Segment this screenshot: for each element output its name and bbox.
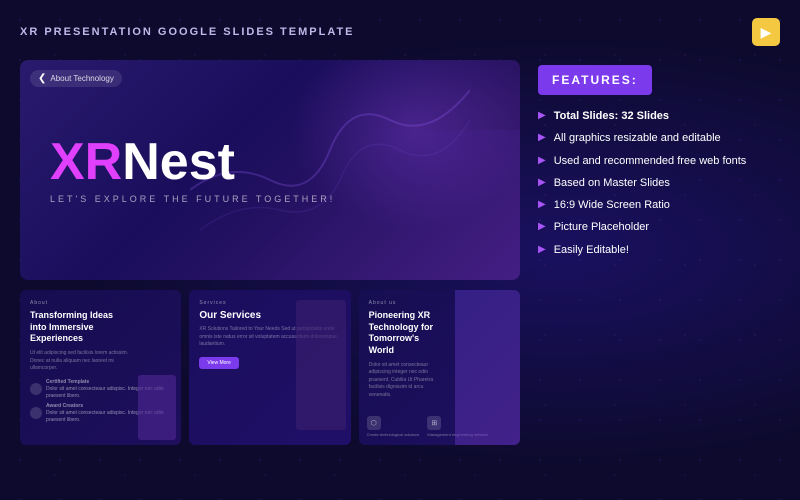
features-header: FEATURES: (538, 65, 652, 95)
ms1-title: Transforming Ideas into Immersive Experi… (30, 310, 129, 345)
slides-area: ❮ About Technology XRNest LET'S EXPLORE … (20, 60, 520, 485)
feature-text-2: All graphics resizable and editable (554, 131, 721, 145)
ms3-icon-sym-1: ⬡ (367, 416, 381, 430)
ms3-icon-label-1: Create technological advance (367, 432, 420, 437)
feature-item-2: ▶ All graphics resizable and editable (538, 131, 780, 145)
nav-arrow: ❮ (38, 73, 46, 84)
feature-item-7: ▶ Easily Editable! (538, 243, 780, 257)
page-title: XR PRESENTATION GOOGLE SLIDES TEMPLATE (20, 26, 355, 38)
logo-text: XRNest (50, 133, 235, 191)
body-row: ❮ About Technology XRNest LET'S EXPLORE … (20, 60, 780, 485)
features-panel: FEATURES: ▶ Total Slides: 32 Slides ▶ Al… (538, 60, 780, 485)
feature-text-5: 16:9 Wide Screen Ratio (554, 198, 670, 212)
ms3-image (455, 290, 520, 445)
slides-icon[interactable]: ▶ (752, 18, 780, 46)
feature-text-4: Based on Master Slides (554, 176, 670, 190)
bottom-slides: About Transforming Ideas into Immersive … (20, 290, 520, 445)
feature-arrow-5: ▶ (538, 199, 546, 210)
slide-logo: XRNest (50, 136, 235, 188)
ms1-icon-1 (30, 383, 42, 395)
feature-item-3: ▶ Used and recommended free web fonts (538, 154, 780, 168)
features-list: ▶ Total Slides: 32 Slides ▶ All graphics… (538, 109, 780, 257)
feature-text-6: Picture Placeholder (554, 220, 649, 234)
ms3-title: Pioneering XR Technology for Tomorrow's … (369, 310, 447, 357)
feature-text-3: Used and recommended free web fonts (554, 154, 747, 168)
main-content: XR PRESENTATION GOOGLE SLIDES TEMPLATE ▶… (0, 0, 800, 500)
feature-arrow-7: ▶ (538, 244, 546, 255)
feature-item-6: ▶ Picture Placeholder (538, 220, 780, 234)
slide-nav: ❮ About Technology (30, 70, 122, 87)
feature-arrow-1: ▶ (538, 110, 546, 121)
feature-arrow-2: ▶ (538, 132, 546, 143)
feature-arrow-4: ▶ (538, 177, 546, 188)
slide-tagline: LET'S EXPLORE THE FUTURE TOGETHER! (50, 194, 335, 204)
view-more-button[interactable]: View More (199, 357, 239, 369)
ms3-person (455, 290, 520, 445)
logo-xr: XR (50, 133, 122, 191)
header: XR PRESENTATION GOOGLE SLIDES TEMPLATE ▶ (20, 18, 780, 46)
feature-arrow-3: ▶ (538, 155, 546, 166)
features-title: FEATURES: (552, 73, 638, 87)
ms3-body: Dolor sit amet consecteaur adipiscing in… (369, 362, 447, 400)
ms1-body: Ut elit adipiscing sed facilisis lorem a… (30, 350, 136, 373)
ms3-icon-sym-2: ⊞ (427, 416, 441, 430)
feature-text-1: Total Slides: 32 Slides (554, 109, 669, 123)
ms1-image (138, 375, 176, 440)
ms2-image (296, 300, 346, 430)
ms1-category: About (30, 300, 171, 306)
nav-text: About Technology (50, 74, 113, 83)
feature-text-7: Easily Editable! (554, 243, 629, 257)
mini-slide-1: About Transforming Ideas into Immersive … (20, 290, 181, 445)
feature-item-1: ▶ Total Slides: 32 Slides (538, 109, 780, 123)
feature-item-5: ▶ 16:9 Wide Screen Ratio (538, 198, 780, 212)
mini-slide-2: Services Our Services XR Solutions Tailo… (189, 290, 350, 445)
ms1-icon-2 (30, 407, 42, 419)
mini-slide-3: About us Pioneering XR Technology for To… (359, 290, 520, 445)
ms3-icon-box-1: ⬡ Create technological advance (367, 416, 420, 437)
logo-nest: Nest (122, 133, 235, 191)
main-slide: ❮ About Technology XRNest LET'S EXPLORE … (20, 60, 520, 280)
feature-item-4: ▶ Based on Master Slides (538, 176, 780, 190)
feature-arrow-6: ▶ (538, 221, 546, 232)
